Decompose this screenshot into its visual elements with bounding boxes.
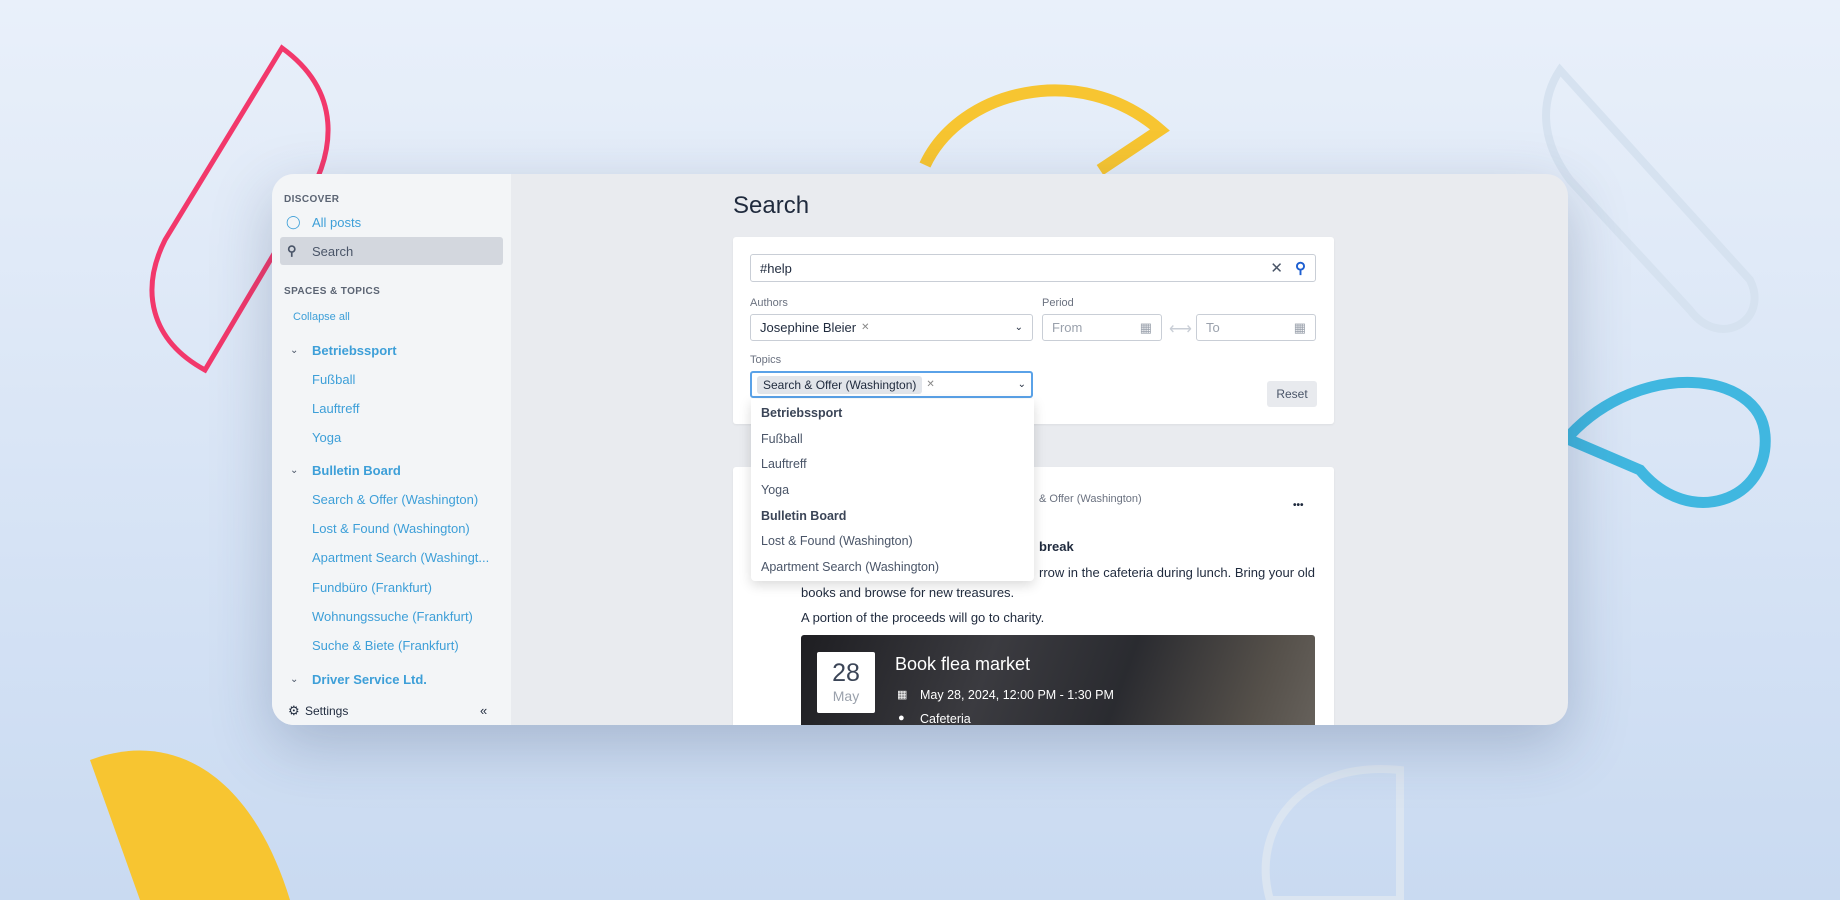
period-label: Period [1042,297,1074,309]
topic-item[interactable]: Fußball [312,372,355,387]
space-betriebssport[interactable]: Betriebssport [312,343,397,358]
dropdown-group: Bulletin Board [761,508,847,523]
dropdown-option[interactable]: Apartment Search (Washington) [751,555,1034,581]
space-bulletin-board[interactable]: Bulletin Board [312,463,401,478]
topics-select[interactable]: Search & Offer (Washington) ✕ ⌄ [750,371,1033,398]
dropdown-option[interactable]: Yoga [751,478,1034,504]
from-date-input[interactable]: From ▦ [1042,314,1162,341]
chat-bubble-icon: ◯ [286,214,301,229]
topic-item[interactable]: Lost & Found (Washington) [312,521,470,536]
chevron-down-icon[interactable]: ⌄ [290,465,298,476]
authors-select[interactable]: Josephine Bleier ✕ ⌄ [750,314,1033,341]
event-day: 28 [832,659,860,687]
topic-item[interactable]: Wohnungssuche (Frankfurt) [312,609,473,624]
sidebar-footer: ⚙ Settings « [272,698,511,725]
event-title: Book flea market [895,654,1031,674]
topic-item[interactable]: Fundbüro (Frankfurt) [312,580,432,595]
dropdown-option[interactable]: Fußball [751,427,1034,453]
post-body-line: books and browse for new treasures. [801,585,1015,600]
location-pin-icon: ● [898,712,905,724]
remove-tag-icon[interactable]: ✕ [861,322,869,333]
authors-label: Authors [750,297,788,309]
post-meta: & Offer (Washington) [1039,493,1142,505]
calendar-icon: ▦ [1293,319,1306,335]
from-placeholder: From [1052,320,1083,335]
dropdown-group: Betriebssport [761,406,843,420]
reset-button[interactable]: Reset [1267,381,1317,407]
search-icon: ⚲ [287,243,297,258]
clear-icon[interactable]: ✕ [1270,259,1283,277]
dropdown-option[interactable]: Lost & Found (Washington) [751,529,1034,555]
calendar-icon: ▦ [1139,319,1152,335]
post-body-line: rrow in the cafeteria during lunch. Brin… [1039,565,1316,580]
collapse-sidebar-icon[interactable]: « [480,703,487,718]
author-tag: Josephine Bleier [760,320,857,335]
chevron-down-icon[interactable]: ⌄ [290,674,298,685]
range-arrow-icon: ⟷ [1169,321,1192,338]
discover-heading: DISCOVER [284,194,340,205]
topic-item[interactable]: Lauftreff [312,401,359,416]
more-options-button[interactable]: ••• [1293,500,1304,511]
event-location: Cafeteria [920,712,971,725]
search-filter-card: #help ✕ ⚲ Authors Josephine Bleier ✕ ⌄ Per… [733,237,1334,424]
to-placeholder: To [1206,320,1220,335]
to-date-input[interactable]: To ▦ [1196,314,1316,341]
event-time: May 28, 2024, 12:00 PM - 1:30 PM [920,688,1114,702]
event-month: May [832,688,860,704]
sidebar: DISCOVER ◯ All posts ⚲ Search SPACES & T… [272,174,511,725]
main-content: Search #help ✕ ⚲ Authors Josephine Bleie… [511,174,1568,725]
settings-link[interactable]: Settings [305,704,348,718]
post-body-line: A portion of the proceeds will go to cha… [801,610,1045,625]
event-card[interactable]: 28 May Book flea market ▦ May 28, 2024, … [801,635,1315,725]
search-input[interactable]: #help ✕ ⚲ [750,254,1316,282]
search-query: #help [760,260,792,276]
topic-item[interactable]: Search & Offer (Washington) [312,492,478,507]
page-title: Search [733,192,810,219]
chevron-down-icon: ⌄ [1017,379,1026,390]
topic-item[interactable]: Yoga [312,430,341,445]
search-icon[interactable]: ⚲ [1295,259,1306,277]
spaces-heading: SPACES & TOPICS [284,286,381,297]
topic-item[interactable]: Apartment Search (Washingt... [312,550,489,565]
chevron-down-icon[interactable]: ⌄ [290,345,298,356]
calendar-icon: ▦ [897,689,908,701]
gear-icon: ⚙ [288,703,300,718]
dropdown-option[interactable]: Lauftreff [751,452,1034,478]
space-driver-service[interactable]: Driver Service Ltd. [312,672,427,687]
event-date-badge: 28 May [817,652,875,713]
post-title: break [1039,539,1074,554]
collapse-all-link[interactable]: Collapse all [293,311,350,323]
app-window: DISCOVER ◯ All posts ⚲ Search SPACES & T… [272,174,1568,725]
topics-dropdown: Betriebssport Fußball Lauftreff Yoga Bul… [751,399,1034,581]
chevron-down-icon: ⌄ [1014,322,1023,333]
topic-tag: Search & Offer (Washington) [757,375,923,394]
sidebar-item-all-posts[interactable]: All posts [312,215,361,230]
topic-item[interactable]: Suche & Biete (Frankfurt) [312,638,459,653]
sidebar-item-search-label: Search [312,244,354,259]
topics-label: Topics [750,354,782,366]
remove-tag-icon[interactable]: ✕ [926,379,934,390]
